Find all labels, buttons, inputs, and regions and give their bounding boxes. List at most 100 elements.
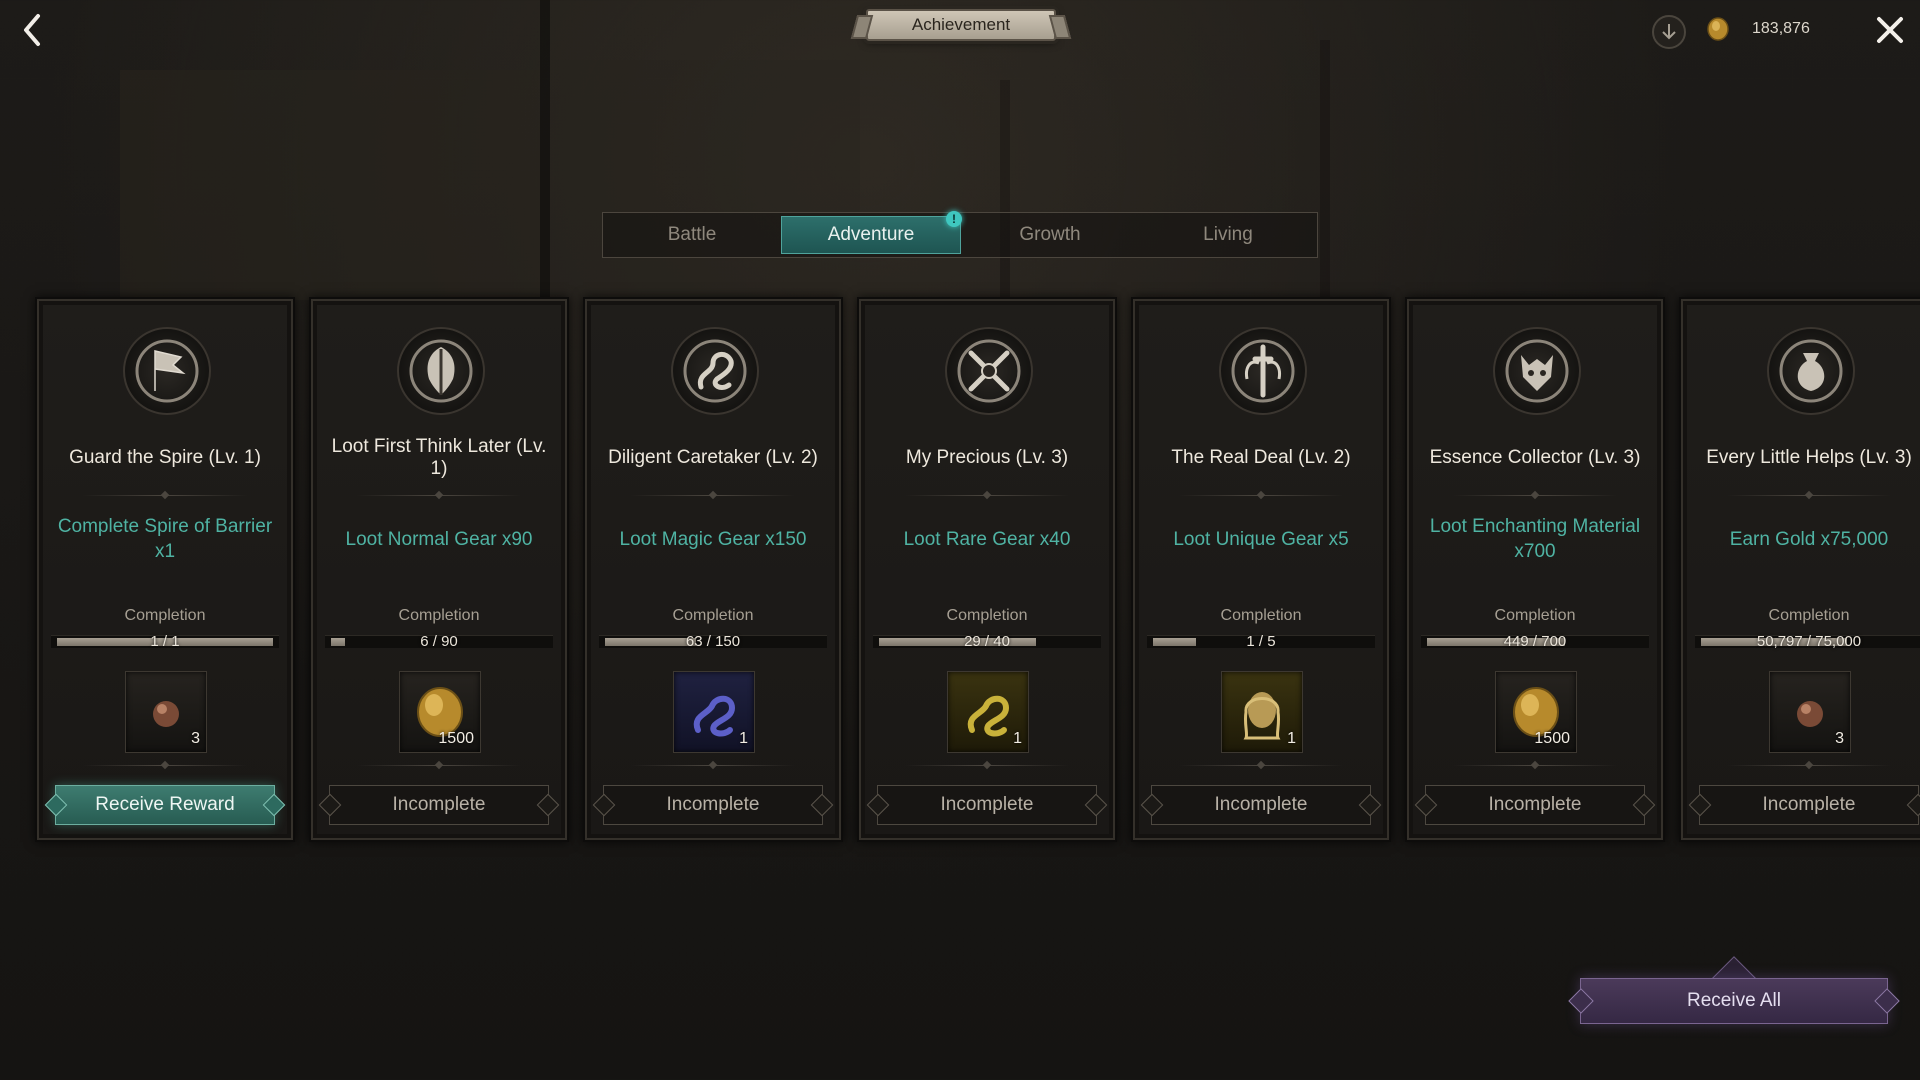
divider [905, 490, 1069, 500]
background-shelf [120, 70, 540, 300]
divider [1453, 490, 1617, 500]
divider [905, 760, 1069, 770]
progress-bar: 63 / 150 [599, 633, 827, 650]
reward-count: 1 [1013, 730, 1022, 747]
divider [631, 490, 795, 500]
divider [1727, 490, 1891, 500]
completion-label: Completion [672, 607, 754, 624]
background-pillar [1320, 40, 1330, 300]
achievement-title: The Real Deal (Lv. 2) [1171, 447, 1351, 468]
incomplete-button[interactable]: Incomplete [1699, 785, 1919, 825]
reward-slot[interactable]: 1500 [399, 671, 481, 753]
achievement-card: Loot First Think Later (Lv. 1) Loot Norm… [309, 297, 569, 842]
completion-label: Completion [124, 607, 206, 624]
tab-adventure[interactable]: Adventure! [781, 211, 962, 254]
divider [1179, 760, 1343, 770]
incomplete-button[interactable]: Incomplete [1425, 785, 1645, 825]
receive-reward-button[interactable]: Receive Reward [55, 785, 275, 825]
achievement-card: The Real Deal (Lv. 2) Loot Unique Gear x… [1131, 297, 1391, 842]
progress-text: 1 / 1 [150, 633, 180, 650]
notification-badge: ! [946, 211, 962, 227]
category-tabs: Battle Adventure! Growth Living [602, 211, 1318, 258]
reward-count: 3 [1835, 730, 1844, 747]
tab-living[interactable]: Living [1139, 213, 1317, 257]
achievement-goal: Loot Enchanting Material x700 [1429, 516, 1641, 562]
gold-coin-icon [1707, 17, 1729, 41]
reward-slot[interactable]: 3 [1769, 671, 1851, 753]
completion-label: Completion [398, 607, 480, 624]
completion-label: Completion [1494, 607, 1576, 624]
back-button[interactable] [18, 12, 48, 48]
incomplete-button[interactable]: Incomplete [877, 785, 1097, 825]
achievement-title: My Precious (Lv. 3) [905, 447, 1069, 468]
tab-label: Growth [1019, 224, 1081, 245]
close-button[interactable] [1874, 14, 1906, 46]
shield-emblem-icon [409, 339, 473, 403]
achievement-emblem [1219, 327, 1307, 415]
tab-label: Adventure [827, 224, 915, 245]
reward-count: 1500 [438, 730, 474, 747]
progress-bar: 1 / 1 [51, 633, 279, 650]
reward-count: 1 [739, 730, 748, 747]
download-button[interactable] [1652, 15, 1686, 49]
incomplete-button[interactable]: Incomplete [1151, 785, 1371, 825]
achievement-card: Guard the Spire (Lv. 1) Complete Spire o… [35, 297, 295, 842]
achievement-title: Essence Collector (Lv. 3) [1429, 447, 1641, 468]
achievement-goal: Earn Gold x75,000 [1729, 528, 1889, 550]
tab-label: Battle [667, 224, 717, 245]
progress-text: 63 / 150 [685, 633, 741, 650]
gold-sack-emblem-icon [1779, 339, 1843, 403]
tab-growth[interactable]: Growth [961, 213, 1139, 257]
progress-bar: 29 / 40 [873, 633, 1101, 650]
achievement-card: Every Little Helps (Lv. 3) Earn Gold x75… [1679, 297, 1920, 842]
serpent-emblem-icon [683, 339, 747, 403]
progress-bar: 1 / 5 [1147, 633, 1375, 650]
completion-label: Completion [1220, 607, 1302, 624]
incomplete-button[interactable]: Incomplete [603, 785, 823, 825]
reward-slot[interactable]: 1500 [1495, 671, 1577, 753]
completion-label: Completion [1768, 607, 1850, 624]
achievement-title: Guard the Spire (Lv. 1) [69, 447, 261, 468]
completion-label: Completion [946, 607, 1028, 624]
divider [1179, 490, 1343, 500]
divider [1453, 760, 1617, 770]
reward-count: 1 [1287, 730, 1296, 747]
reward-count: 1500 [1534, 730, 1570, 747]
tab-label: Living [1203, 224, 1253, 245]
background-shelf [560, 60, 860, 300]
gold-amount: 183,876 [1752, 20, 1810, 37]
tab-battle[interactable]: Battle [603, 213, 781, 257]
progress-bar: 50,797 / 75,000 [1695, 633, 1920, 650]
sword-wings-emblem-icon [1231, 339, 1295, 403]
reward-slot[interactable]: 1 [947, 671, 1029, 753]
achievement-cards: Guard the Spire (Lv. 1) Complete Spire o… [35, 297, 1920, 842]
close-icon [1877, 17, 1903, 43]
achievement-goal: Loot Normal Gear x90 [345, 528, 533, 550]
achievement-goal: Complete Spire of Barrier x1 [57, 516, 273, 562]
progress-bar: 449 / 700 [1421, 633, 1649, 650]
achievement-card: Essence Collector (Lv. 3) Loot Enchantin… [1405, 297, 1665, 842]
achievement-title: Diligent Caretaker (Lv. 2) [608, 447, 818, 468]
achievement-emblem [1767, 327, 1855, 415]
receive-all-button[interactable]: Receive All [1580, 978, 1888, 1024]
divider [631, 760, 795, 770]
achievement-goal: Loot Unique Gear x5 [1173, 528, 1349, 550]
achievement-card: My Precious (Lv. 3) Loot Rare Gear x40 C… [857, 297, 1117, 842]
achievement-title: Loot First Think Later (Lv. 1) [331, 436, 547, 479]
chevron-down-circle-icon [1662, 24, 1676, 40]
incomplete-button[interactable]: Incomplete [329, 785, 549, 825]
divider [357, 490, 521, 500]
achievement-goal: Loot Rare Gear x40 [903, 528, 1071, 550]
progress-text: 29 / 40 [964, 633, 1010, 650]
reward-slot[interactable]: 3 [125, 671, 207, 753]
divider [83, 490, 247, 500]
progress-text: 6 / 90 [420, 633, 458, 650]
achievement-emblem [123, 327, 211, 415]
progress-text: 50,797 / 75,000 [1756, 633, 1862, 650]
reward-slot[interactable]: 1 [1221, 671, 1303, 753]
reward-slot[interactable]: 1 [673, 671, 755, 753]
achievement-emblem [671, 327, 759, 415]
achievement-emblem [1493, 327, 1581, 415]
background-pillar [540, 0, 550, 300]
page-title: Achievement [866, 9, 1056, 41]
